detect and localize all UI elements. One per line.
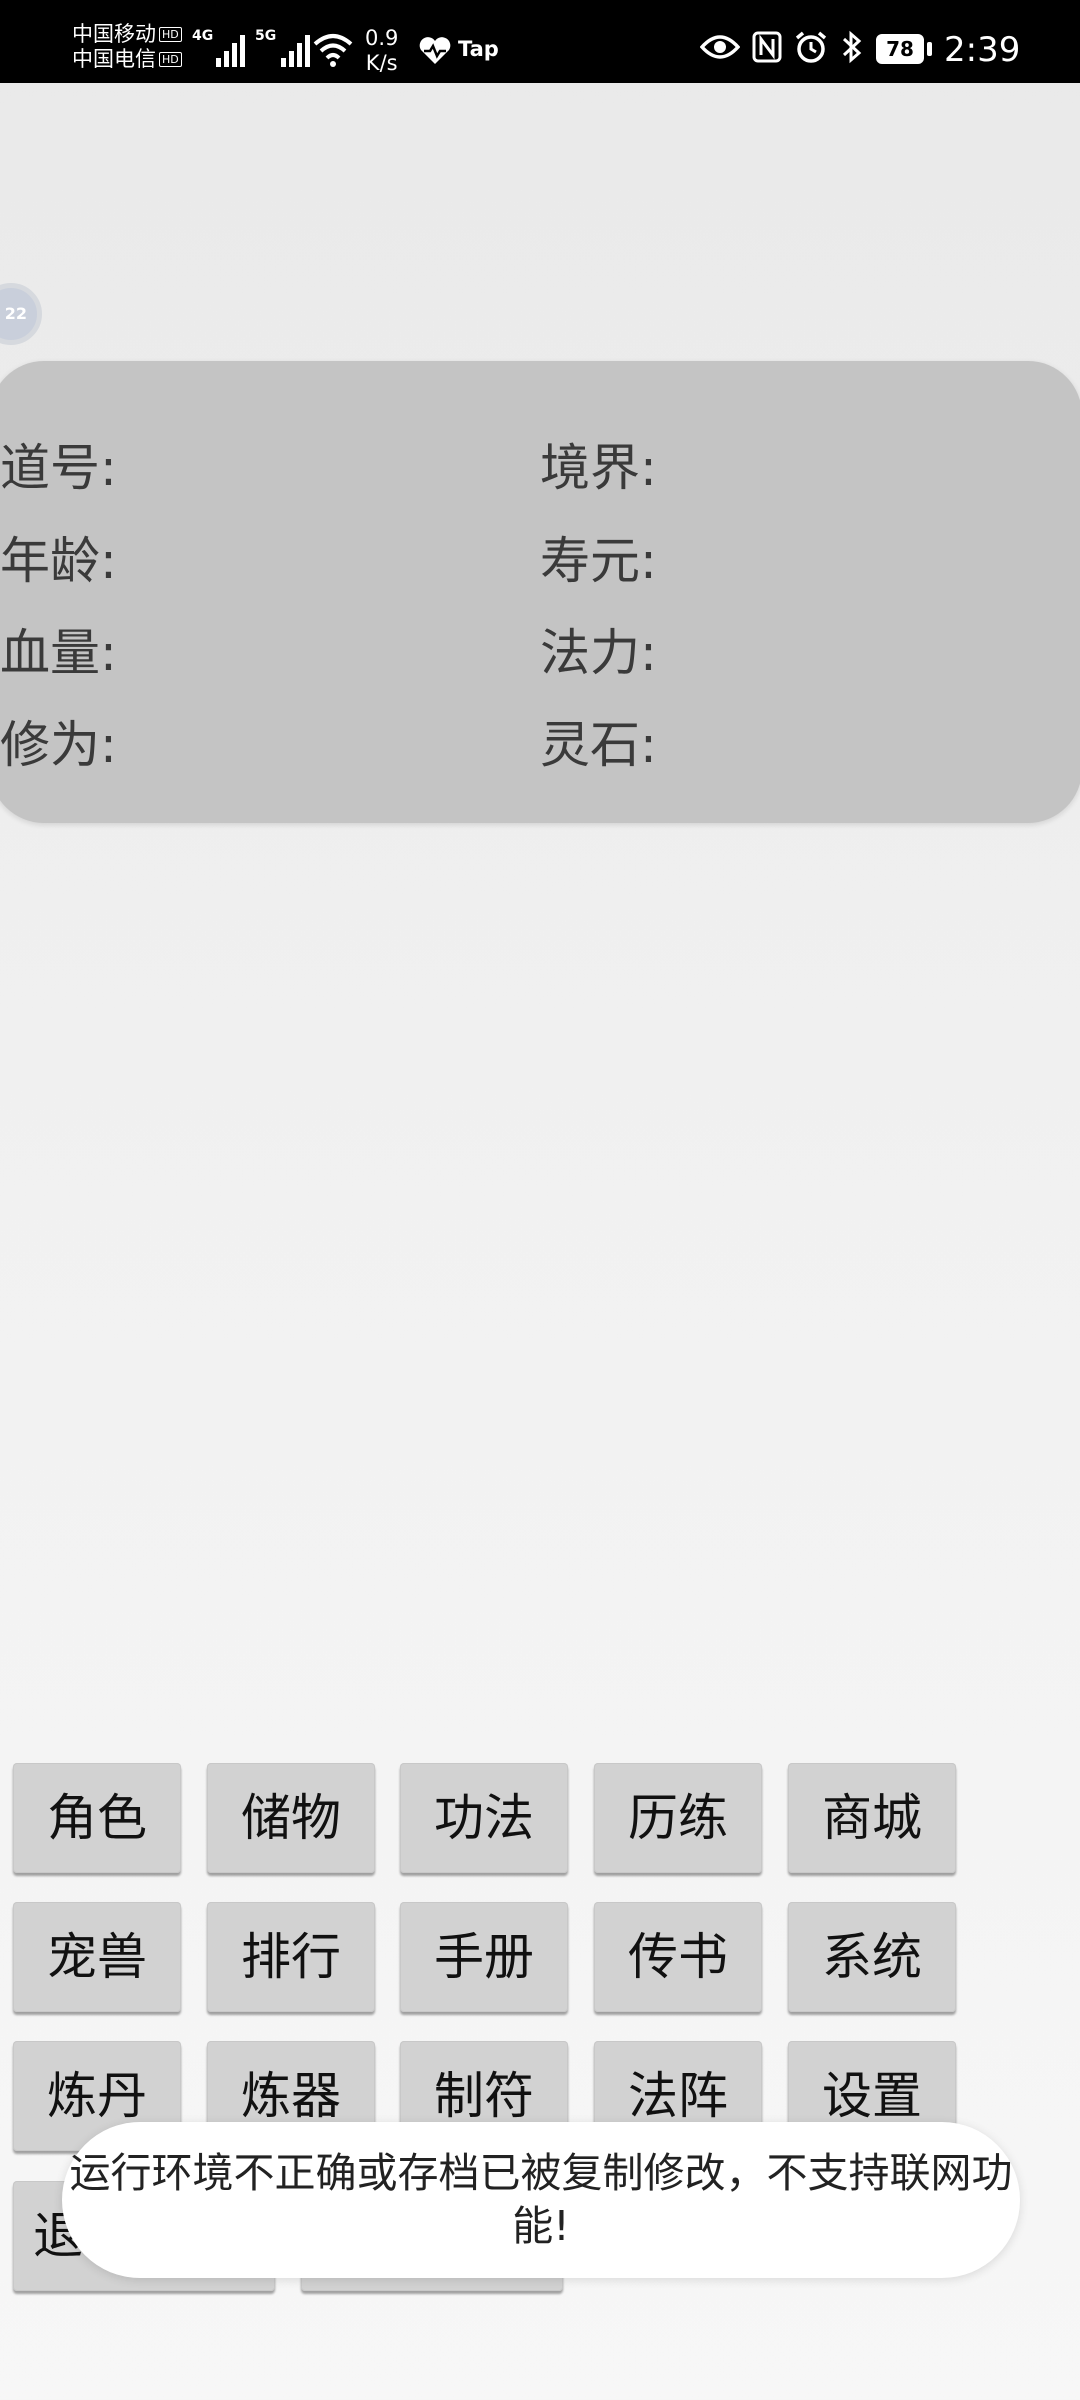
toast-text: 运行环境不正确或存档已被复制修改，不支持联网功能! (69, 2149, 1013, 2250)
menu-button-adventure[interactable]: 历练 (594, 1763, 762, 1873)
battery-tip (927, 42, 932, 56)
health-heart-icon (419, 37, 451, 64)
jingjie-label: 境界: (540, 439, 657, 497)
menu-button-messages[interactable]: 传书 (594, 1902, 762, 2012)
shouyuan-label: 寿元: (540, 532, 657, 590)
menu-button-skills[interactable]: 功法 (400, 1763, 568, 1873)
status-bar: 中国移动 HD 中国电信 HD 4G 5G 0.9 K/s Tap 78 2:3… (0, 0, 1080, 83)
menu-button-system[interactable]: 系统 (788, 1902, 956, 2012)
daohao-label: 道号: (0, 439, 117, 497)
alarm-icon (795, 31, 827, 63)
lingshi-label: 灵石: (540, 716, 657, 774)
menu-button-storage[interactable]: 储物 (207, 1763, 375, 1873)
menu-button-character[interactable]: 角色 (13, 1763, 181, 1873)
carrier-2-name: 中国电信 (72, 47, 156, 71)
menu-button-pets[interactable]: 宠兽 (13, 1902, 181, 2012)
carrier-info: 中国移动 HD 中国电信 HD (72, 22, 182, 72)
clock-time: 2:39 (944, 30, 1021, 70)
xiuwei-label: 修为: (0, 716, 117, 774)
network-speed: 0.9 K/s (365, 26, 398, 76)
nianling-label: 年龄: (0, 532, 117, 590)
toast-message: 运行环境不正确或存档已被复制修改，不支持联网功能! (62, 2122, 1020, 2278)
hd-badge: HD (159, 52, 182, 67)
battery-icon: 78 (876, 34, 924, 64)
battery-level: 78 (886, 37, 914, 61)
tap-label: Tap (458, 37, 499, 61)
menu-button-shop[interactable]: 商城 (788, 1763, 956, 1873)
carrier-1-name: 中国移动 (72, 22, 156, 46)
nfc-icon (752, 31, 782, 63)
menu-button-ranking[interactable]: 排行 (207, 1902, 375, 2012)
status-icons (700, 30, 864, 64)
wifi-icon (313, 34, 353, 67)
fali-label: 法力: (540, 624, 657, 682)
xueliang-label: 血量: (0, 624, 117, 682)
floating-ball-label: 22 (4, 304, 27, 323)
floating-ball-button[interactable]: 22 (0, 283, 42, 345)
net-speed-value: 0.9 (365, 26, 399, 50)
net-speed-unit: K/s (365, 51, 398, 75)
hd-badge: HD (159, 27, 182, 42)
menu-button-manual[interactable]: 手册 (400, 1902, 568, 2012)
eye-icon (700, 35, 740, 59)
bluetooth-icon (842, 30, 862, 64)
